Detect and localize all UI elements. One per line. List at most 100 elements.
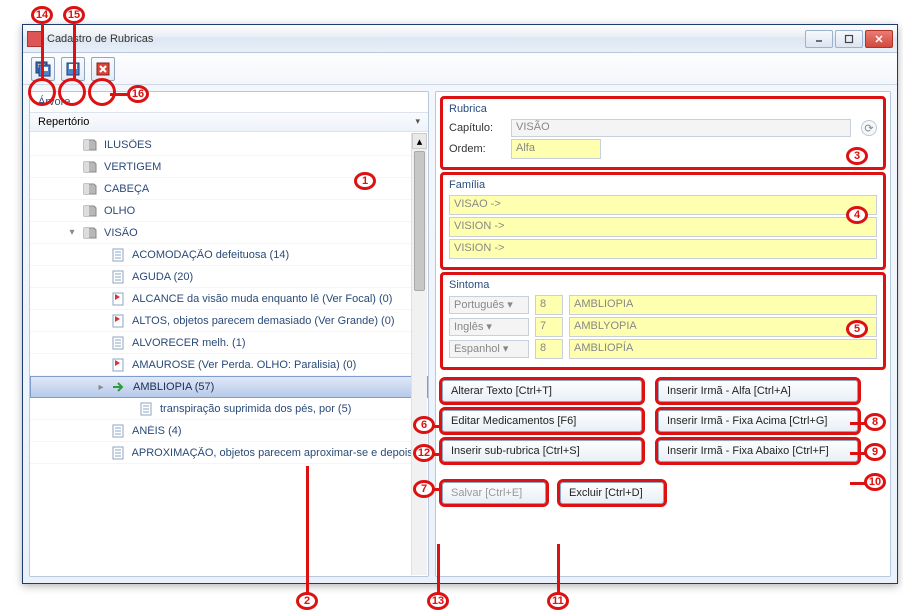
tree-expander-icon[interactable] [66,183,78,195]
sintoma-text-field[interactable]: AMBLYOPIA [569,317,877,337]
tree-expander-icon[interactable] [94,315,106,327]
maximize-button[interactable] [835,30,863,48]
inserir-irma-abaixo-button[interactable]: Inserir Irmã - Fixa Abaixo [Ctrl+F] [658,440,858,462]
tree-expander-icon[interactable]: ▾ [66,227,78,239]
tree-row-label: AMBLIOPIA (57) [133,381,214,393]
familia-row[interactable]: VISAO -> [449,195,877,215]
tree-column-header[interactable]: Repertório ▾ [30,113,428,132]
capitulo-label: Capítulo: [449,122,505,134]
page-icon [110,423,126,439]
page-icon [110,247,126,263]
sintoma-row: Inglês ▾ 7 AMBLYOPIA [449,317,877,337]
details-panel: Rubrica Capítulo: VISÃO ⟳ Ordem: Alfa Fa… [435,91,891,577]
tree-row[interactable]: ALTOS, objetos parecem demasiado (Ver Gr… [30,310,428,332]
tree-panel-header: Árvore [30,92,428,113]
sintoma-lang-select[interactable]: Inglês ▾ [449,318,529,336]
inserir-irma-alfa-button[interactable]: Inserir Irmã - Alfa [Ctrl+A] [658,380,858,402]
sintoma-lang-select[interactable]: Português ▾ [449,296,529,314]
alterar-texto-button[interactable]: Alterar Texto [Ctrl+T] [442,380,642,402]
familia-row[interactable]: VISION -> [449,239,877,259]
sintoma-row: Espanhol ▾ 8 AMBLIOPÍA [449,339,877,359]
sintoma-text-field[interactable]: AMBLIOPIA [569,295,877,315]
tree-row[interactable]: ANÉIS (4) [30,420,428,442]
flag-icon [110,357,126,373]
familia-row[interactable]: VISION -> [449,217,877,237]
sintoma-num-field[interactable]: 8 [535,295,563,315]
sintoma-num-field[interactable]: 8 [535,339,563,359]
close-window-button[interactable] [865,30,893,48]
salvar-button[interactable]: Salvar [Ctrl+E] [442,482,546,504]
tree-row[interactable]: ALVORECER melh. (1) [30,332,428,354]
tree-row-label: APROXIMAÇÃO, objetos parecem aproximar-s… [132,447,428,459]
sintoma-section: Sintoma Português ▾8AMBLIOPIAInglês ▾7AM… [442,274,884,368]
tree-expander-icon[interactable] [94,337,106,349]
callout-14: 14 [31,6,53,24]
tree-row-label: ILUSÕES [104,139,152,151]
tree-expander-icon[interactable] [94,271,106,283]
tree-row[interactable]: AMAUROSE (Ver Perda. OLHO: Paralisia) (0… [30,354,428,376]
tree-column-label: Repertório [38,116,89,128]
tree-row[interactable]: ACOMODAÇÃO defeituosa (14) [30,244,428,266]
callout-13: 13 [427,592,449,610]
window: Cadastro de Rubricas Árvore Repertório ▾… [22,24,898,584]
scroll-thumb[interactable] [414,151,425,291]
capitulo-field: VISÃO [511,119,851,137]
tree-row[interactable]: ILUSÕES [30,134,428,156]
inserir-irma-acima-button[interactable]: Inserir Irmã - Fixa Acima [Ctrl+G] [658,410,858,432]
sintoma-num-field[interactable]: 7 [535,317,563,337]
tree-expander-icon[interactable] [94,447,106,459]
tree-row-label: AMAUROSE (Ver Perda. OLHO: Paralisia) (0… [132,359,356,371]
close-button[interactable] [91,57,115,81]
tree-row[interactable]: APROXIMAÇÃO, objetos parecem aproximar-s… [30,442,428,464]
tree-row[interactable]: VERTIGEM [30,156,428,178]
tree-row[interactable]: CABEÇA [30,178,428,200]
tree-expander-icon[interactable] [94,293,106,305]
callout-15: 15 [63,6,85,24]
book-icon [82,181,98,197]
sintoma-lang-select[interactable]: Espanhol ▾ [449,340,529,358]
page-icon [110,445,126,461]
book-icon [82,225,98,241]
tree-row[interactable]: ▾ VISÃO [30,222,428,244]
save-all-button[interactable] [31,57,55,81]
ordem-field[interactable]: Alfa [511,139,601,159]
capitulo-spin-button[interactable]: ⟳ [861,120,877,136]
tree-expander-icon[interactable] [94,249,106,261]
minimize-button[interactable] [805,30,833,48]
sintoma-row: Português ▾ 8 AMBLIOPIA [449,295,877,315]
tree-row-label: ALCANCE da visão muda enquanto lê (Ver F… [132,293,392,305]
familia-title: Família [449,179,877,191]
tree-row-label: VISÃO [104,227,138,239]
tree-expander-icon[interactable]: ▸ [95,381,107,393]
action-button-grid: Alterar Texto [Ctrl+T] Inserir Irmã - Al… [442,380,884,462]
tree-expander-icon[interactable] [66,139,78,151]
tree-scrollbar[interactable]: ▴ [411,133,427,575]
save-button[interactable] [61,57,85,81]
rubrica-section: Rubrica Capítulo: VISÃO ⟳ Ordem: Alfa [442,98,884,168]
excluir-button[interactable]: Excluir [Ctrl+D] [560,482,664,504]
tree-row[interactable]: AGUDA (20) [30,266,428,288]
tree-expander-icon[interactable] [66,205,78,217]
tree-row[interactable]: ALCANCE da visão muda enquanto lê (Ver F… [30,288,428,310]
save-delete-row: Salvar [Ctrl+E] Excluir [Ctrl+D] [442,482,884,504]
tree-row[interactable]: OLHO [30,200,428,222]
page-icon [110,335,126,351]
editar-medicamentos-button[interactable]: Editar Medicamentos [F6] [442,410,642,432]
inserir-sub-rubrica-button[interactable]: Inserir sub-rubrica [Ctrl+S] [442,440,642,462]
tree-expander-icon[interactable] [94,359,106,371]
tree-row[interactable]: ▸ AMBLIOPIA (57) [30,376,428,398]
window-title: Cadastro de Rubricas [47,33,805,45]
window-controls [805,30,893,48]
sintoma-text-field[interactable]: AMBLIOPÍA [569,339,877,359]
tree-row-label: ACOMODAÇÃO defeituosa (14) [132,249,289,261]
callout-11: 11 [547,592,569,610]
tree-expander-icon[interactable] [94,425,106,437]
tree-row[interactable]: transpiração suprimida dos pés, por (5) [30,398,428,420]
book-icon [82,159,98,175]
tree-expander-icon[interactable] [122,403,134,415]
tree-row-label: ALVORECER melh. (1) [132,337,246,349]
tree: ILUSÕES VERTIGEMCABEÇAOLHO ▾ VISÃO ACOMODAÇÃ… [30,132,428,576]
scroll-up-button[interactable]: ▴ [412,133,427,149]
tree-column-dropdown-icon[interactable]: ▾ [415,116,420,128]
tree-expander-icon[interactable] [66,161,78,173]
